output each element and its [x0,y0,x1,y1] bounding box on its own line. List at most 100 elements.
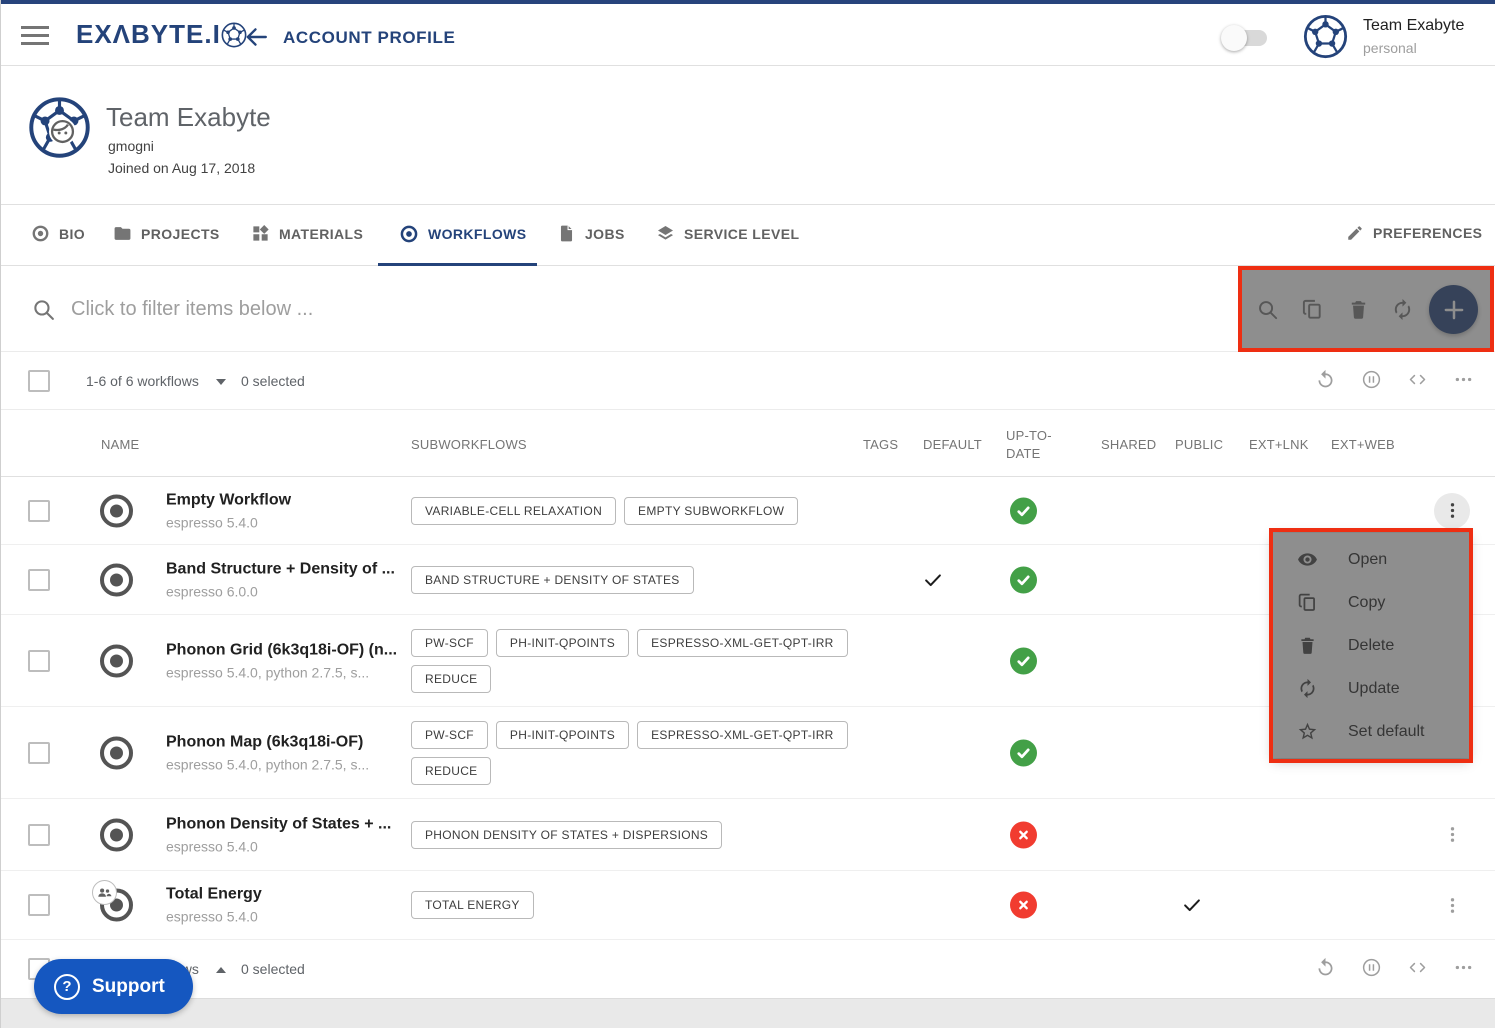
workflow-list: Empty Workflow espresso 5.4.0 VARIABLE-C… [1,477,1495,940]
toolbar-update-icon[interactable] [1391,298,1414,321]
column-default[interactable]: DEFAULT [923,437,982,452]
subworkflow-chips: PHONON DENSITY OF STATES + DISPERSIONS [411,821,851,849]
column-up-to-date-line2[interactable]: DATE [1006,446,1041,461]
pagination-range[interactable]: 1-6 of 6 workflows [86,373,199,389]
back-arrow-icon[interactable] [243,24,269,50]
tab-label: SERVICE LEVEL [684,226,799,242]
pause-icon[interactable] [1361,957,1382,978]
menu-item-label: Update [1348,680,1400,698]
row-menu-button[interactable] [1434,887,1470,923]
more-horizontal-icon[interactable] [1453,957,1474,978]
list-actions [1315,369,1474,390]
row-menu-button[interactable] [1434,493,1470,529]
subworkflow-chip[interactable]: PH-INIT-QPOINTS [496,629,629,657]
support-button[interactable]: Support [34,959,193,1014]
menu-item-update[interactable]: Update [1273,667,1469,710]
subworkflow-chip[interactable]: PH-INIT-QPOINTS [496,721,629,749]
more-vertical-icon [1442,824,1463,845]
history-icon[interactable] [1315,957,1336,978]
workflow-name-block: Phonon Grid (6k3q18i-OF) (n... espresso … [166,641,388,680]
workflow-name[interactable]: Phonon Density of States + ... [166,815,388,833]
subworkflow-chip[interactable]: REDUCE [411,665,491,693]
column-ext-lnk[interactable]: EXT+LNK [1249,437,1309,452]
subworkflow-chip[interactable]: ESPRESSO-XML-GET-QPT-IRR [637,629,848,657]
workflow-icon [100,736,133,769]
column-ext-web[interactable]: EXT+WEB [1331,437,1395,452]
workflow-subtitle: espresso 5.4.0 [166,514,388,530]
column-tags[interactable]: TAGS [863,437,898,452]
subworkflow-chip[interactable]: PW-SCF [411,629,488,657]
column-name[interactable]: NAME [101,437,139,452]
account-avatar[interactable] [1303,14,1348,59]
column-subworkflows[interactable]: SUBWORKFLOWS [411,437,527,452]
chevron-up-icon[interactable] [216,967,226,973]
code-icon[interactable] [1407,957,1428,978]
column-up-to-date-line1[interactable]: UP-TO- [1006,428,1052,443]
subworkflow-chip[interactable]: REDUCE [411,757,491,785]
workflow-icon [100,494,133,527]
toolbar-delete-icon[interactable] [1347,298,1370,321]
tab-workflows[interactable]: WORKFLOWS [399,224,526,244]
column-public[interactable]: PUBLIC [1175,437,1223,452]
tab-bio[interactable]: BIO [31,224,85,243]
row-checkbox[interactable] [28,650,50,672]
tab-projects[interactable]: PROJECTS [113,224,220,243]
table-row: Phonon Map (6k3q18i-OF) espresso 5.4.0, … [1,707,1495,799]
pause-icon[interactable] [1361,369,1382,390]
add-workflow-button[interactable] [1429,285,1478,334]
row-checkbox[interactable] [28,569,50,591]
toolbar-search-icon[interactable] [1256,298,1279,321]
menu-item-set-default[interactable]: Set default [1273,710,1469,753]
theme-toggle[interactable] [1223,30,1267,46]
code-icon[interactable] [1407,369,1428,390]
subworkflow-chip[interactable]: PW-SCF [411,721,488,749]
document-icon [557,224,576,243]
toolbar-copy-icon[interactable] [1301,298,1324,321]
row-menu-button[interactable] [1434,817,1470,853]
menu-item-label: Delete [1348,637,1394,655]
subworkflow-chip[interactable]: ESPRESSO-XML-GET-QPT-IRR [637,721,848,749]
search-icon [31,297,56,322]
column-shared[interactable]: SHARED [1101,437,1156,452]
workflow-name[interactable]: Phonon Map (6k3q18i-OF) [166,733,388,751]
hamburger-menu-icon[interactable] [21,26,49,45]
subworkflow-chip[interactable]: TOTAL ENERGY [411,891,534,919]
more-horizontal-icon[interactable] [1453,369,1474,390]
subworkflow-chips: PW-SCF PH-INIT-QPOINTS ESPRESSO-XML-GET-… [411,629,851,693]
filter-input[interactable] [71,290,971,328]
app-header: EXΛBYTE.I ACCOUNT PROFILE Team Exabyte p… [1,4,1495,66]
row-checkbox[interactable] [28,500,50,522]
account-type: personal [1363,40,1417,56]
tab-preferences[interactable]: PREFERENCES [1346,224,1482,242]
select-all-checkbox[interactable] [28,370,50,392]
selected-count: 0 selected [241,961,305,977]
subworkflow-chip[interactable]: EMPTY SUBWORKFLOW [624,497,798,525]
history-icon[interactable] [1315,369,1336,390]
tab-jobs[interactable]: JOBS [557,224,625,243]
shared-people-badge [92,880,117,905]
workflow-name[interactable]: Empty Workflow [166,491,388,509]
table-row: Total Energy espresso 5.4.0 TOTAL ENERGY [1,871,1495,940]
tab-label: MATERIALS [279,226,363,242]
tab-bar: BIO PROJECTS MATERIALS WORKFLOWS JOBS SE… [1,205,1495,266]
up-to-date-ok-icon [1010,647,1037,674]
layers-icon [656,224,675,243]
list-actions [1315,957,1474,978]
menu-item-copy[interactable]: Copy [1273,581,1469,624]
menu-item-delete[interactable]: Delete [1273,624,1469,667]
workflow-name[interactable]: Total Energy [166,886,388,904]
tab-materials[interactable]: MATERIALS [251,224,363,243]
subworkflow-chip[interactable]: BAND STRUCTURE + DENSITY OF STATES [411,566,694,594]
workflow-name[interactable]: Phonon Grid (6k3q18i-OF) (n... [166,641,388,659]
up-to-date-fail-icon [1010,821,1037,848]
row-checkbox[interactable] [28,894,50,916]
brand-logo[interactable]: EXΛBYTE.I [76,19,247,50]
row-checkbox[interactable] [28,742,50,764]
subworkflow-chip[interactable]: PHONON DENSITY OF STATES + DISPERSIONS [411,821,722,849]
chevron-down-icon[interactable] [216,379,226,385]
row-checkbox[interactable] [28,824,50,846]
menu-item-open[interactable]: Open [1273,538,1469,581]
tab-service-level[interactable]: SERVICE LEVEL [656,224,799,243]
subworkflow-chip[interactable]: VARIABLE-CELL RELAXATION [411,497,616,525]
workflow-name[interactable]: Band Structure + Density of ... [166,560,388,578]
